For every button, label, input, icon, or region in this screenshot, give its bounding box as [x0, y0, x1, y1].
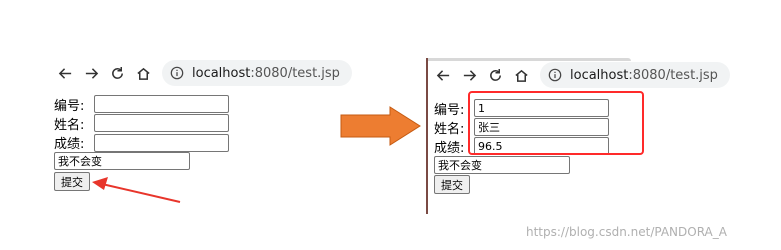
browser-toolbar: localhost:8080/test.jsp [430, 60, 730, 90]
id-label: 编号: [54, 99, 85, 114]
score-label: 成绩: [54, 137, 85, 152]
submit-button[interactable]: 提交 [54, 172, 90, 191]
score-field[interactable] [94, 134, 229, 152]
watermark: https://blog.csdn.net/PANDORA_A [526, 225, 727, 239]
url-path: :8080/test.jsp [628, 67, 718, 83]
info-icon[interactable] [548, 68, 562, 82]
home-icon[interactable] [508, 62, 534, 88]
back-icon[interactable] [430, 62, 456, 88]
forward-icon[interactable] [78, 60, 104, 86]
url-host: localhost [192, 65, 251, 81]
name-label: 姓名: [54, 118, 85, 133]
back-icon[interactable] [52, 60, 78, 86]
id-label: 编号: [434, 103, 465, 118]
url-host: localhost [570, 67, 629, 83]
reload-icon[interactable] [104, 60, 130, 86]
highlight-box [468, 91, 644, 155]
browser-toolbar: localhost:8080/test.jsp [52, 58, 352, 88]
name-label: 姓名: [434, 122, 465, 137]
home-icon[interactable] [130, 60, 156, 86]
info-icon[interactable] [170, 66, 184, 80]
id-field[interactable] [94, 95, 229, 113]
name-field[interactable] [94, 114, 229, 132]
result-field[interactable] [434, 156, 570, 174]
url-path: :8080/test.jsp [250, 65, 340, 81]
address-bar[interactable]: localhost:8080/test.jsp [540, 62, 730, 88]
reload-icon[interactable] [482, 62, 508, 88]
submit-button[interactable]: 提交 [434, 175, 470, 194]
pointer-arrow-icon [92, 177, 181, 203]
transition-arrow-icon [340, 106, 421, 146]
forward-icon[interactable] [456, 62, 482, 88]
result-field[interactable] [54, 152, 190, 170]
score-label: 成绩: [434, 141, 465, 156]
address-bar[interactable]: localhost:8080/test.jsp [162, 60, 352, 86]
